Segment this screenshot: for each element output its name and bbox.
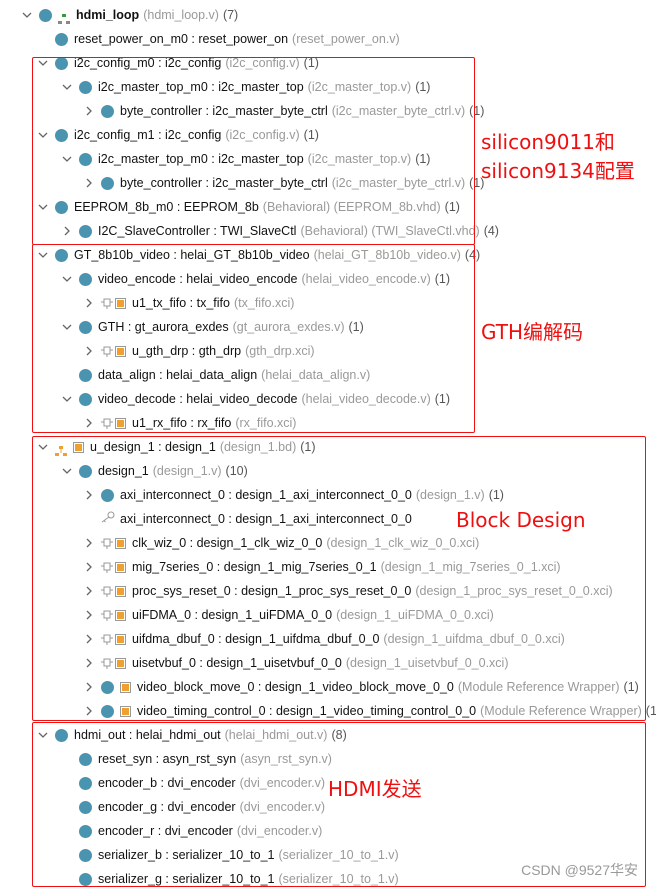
module-icon xyxy=(39,8,52,22)
module-name: reset_power_on_m0 : reset_power_on xyxy=(74,32,289,46)
annotation-gth: GTH编解码 xyxy=(481,320,584,344)
child-count: (4) xyxy=(483,224,499,238)
annotation-hdmi: HDMI发送 xyxy=(328,777,422,801)
annotation-i2c-line2: silicon9134配置 xyxy=(481,159,635,183)
tree-row[interactable]: hdmi_loop (hdmi_loop.v) (7) xyxy=(20,3,238,27)
module-name: hdmi_loop xyxy=(76,8,140,22)
highlight-box-block-design xyxy=(32,436,646,721)
module-icon xyxy=(55,32,68,46)
child-count: (7) xyxy=(222,8,239,22)
module-file: (hdmi_loop.v) xyxy=(143,8,219,22)
top-hierarchy-icon xyxy=(58,9,70,24)
chevron-down-icon[interactable] xyxy=(20,3,34,27)
annotation-i2c-line1: silicon9011和 xyxy=(481,130,615,154)
highlight-box-i2c xyxy=(32,57,475,245)
annotation-block-design: Block Design xyxy=(456,508,586,532)
tree-row[interactable]: reset_power_on_m0 : reset_power_on (reset… xyxy=(36,27,400,51)
highlight-box-gth xyxy=(32,244,475,433)
child-count: (1) xyxy=(645,704,656,718)
module-file: (reset_power_on.v) xyxy=(292,32,400,46)
watermark: CSDN @9527华安 xyxy=(521,862,638,878)
